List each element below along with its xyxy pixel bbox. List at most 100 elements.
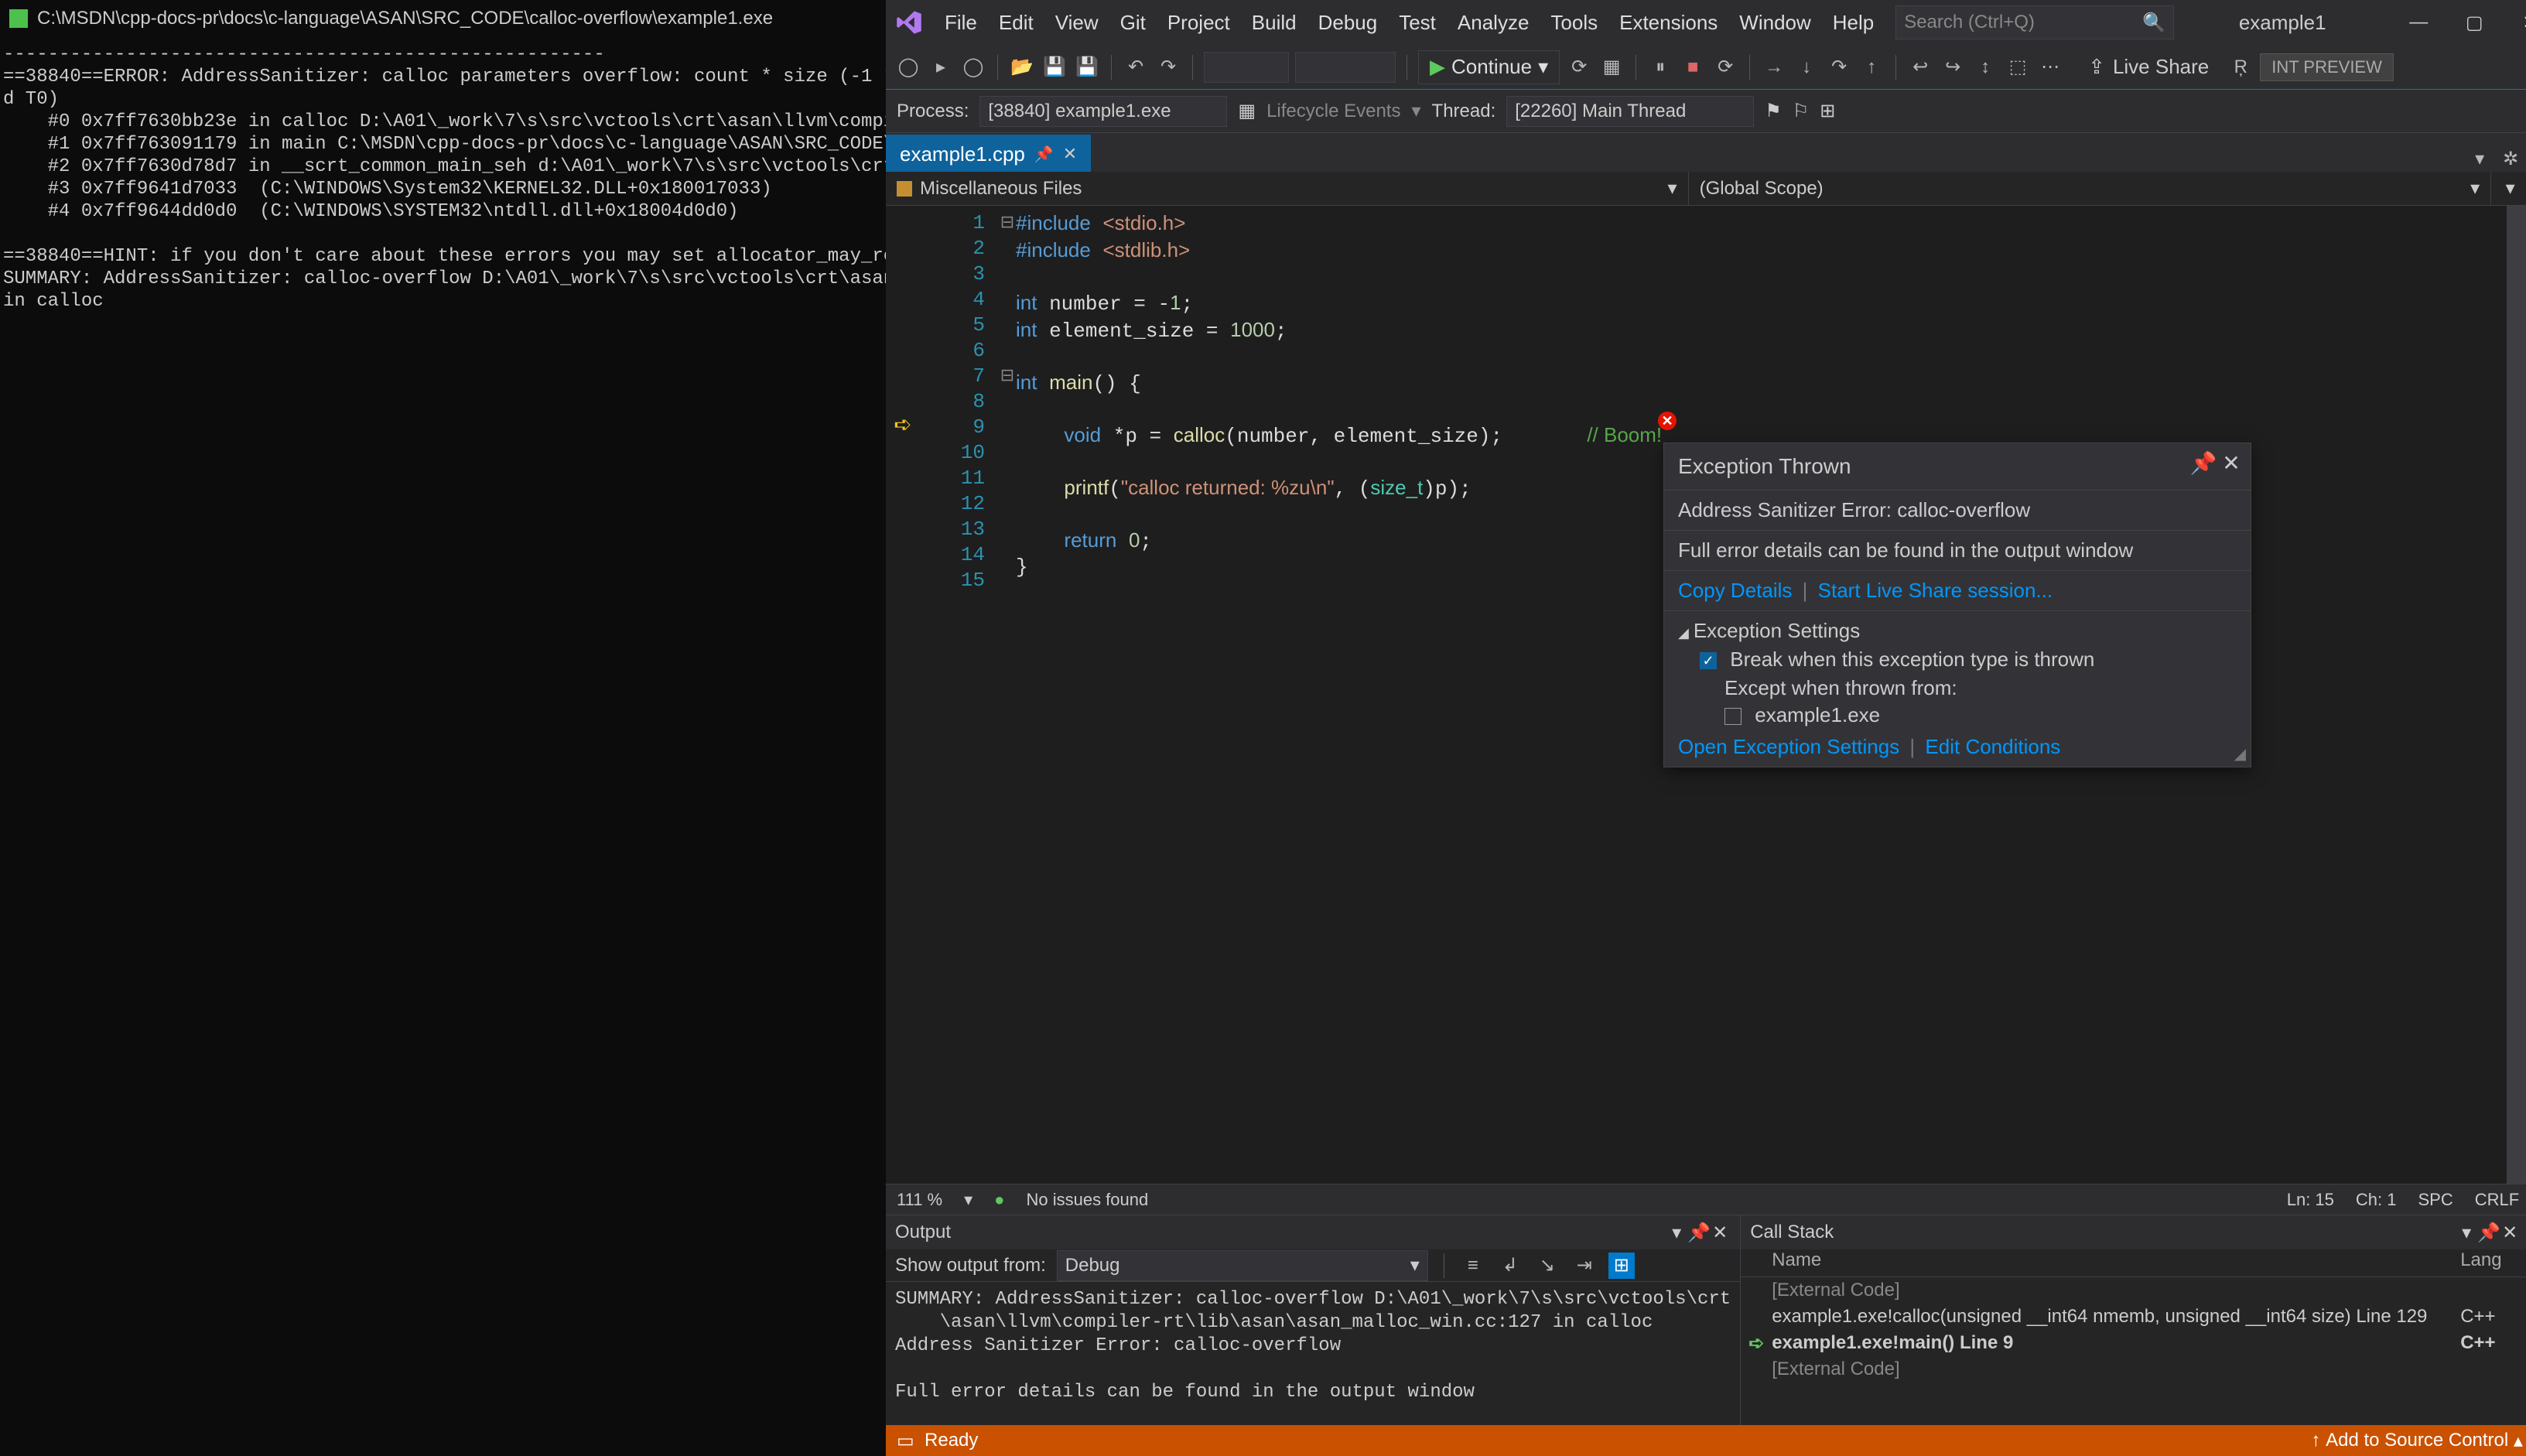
nav-back-icon[interactable]: ◯ [895, 54, 921, 80]
console-titlebar[interactable]: C:\MSDN\cpp-docs-pr\docs\c-language\ASAN… [0, 0, 886, 37]
call-stack-list[interactable]: [External Code]example1.exe!calloc(unsig… [1741, 1277, 2526, 1383]
tb-icon-c[interactable]: ↕ [1972, 54, 1998, 80]
output-clear-icon[interactable]: ≡ [1460, 1253, 1486, 1279]
tb-icon-b[interactable]: ↪ [1940, 54, 1966, 80]
frames-icon[interactable]: ⊞ [1820, 100, 1835, 122]
tb-icon-a[interactable]: ↩ [1907, 54, 1933, 80]
undo-icon[interactable]: ↶ [1123, 54, 1149, 80]
except-item-checkbox[interactable] [1724, 708, 1742, 725]
menu-analyze[interactable]: Analyze [1447, 0, 1540, 45]
indent-indicator[interactable]: SPC [2418, 1190, 2453, 1210]
config-combo[interactable] [1204, 52, 1289, 83]
scope-global-combo[interactable]: (Global Scope) ▾ [1689, 172, 2492, 205]
tab-close-icon[interactable]: ✕ [1063, 144, 1077, 164]
menu-debug[interactable]: Debug [1307, 0, 1389, 45]
exception-settings-header[interactable]: ◢Exception Settings [1678, 619, 2237, 643]
resize-grip-icon[interactable]: ◢ [2234, 744, 2246, 764]
copy-details-link[interactable]: Copy Details [1678, 579, 1792, 602]
tab-settings-icon[interactable]: ✲ [2497, 145, 2524, 172]
zoom-level[interactable]: 111 % [897, 1190, 942, 1210]
cs-col-lang[interactable]: Lang [2460, 1249, 2526, 1277]
lifecycle-icon[interactable]: ▦ [1238, 100, 1256, 122]
hot-reload-icon[interactable]: ⟳ [1566, 54, 1592, 80]
nav-fwd-icon[interactable]: ▸ [928, 54, 954, 80]
break-when-checkbox[interactable]: ✓ [1700, 652, 1717, 669]
save-icon[interactable]: 💾 [1041, 54, 1068, 80]
cs-dropdown-icon[interactable]: ▾ [2456, 1222, 2477, 1244]
menu-build[interactable]: Build [1241, 0, 1307, 45]
search-input[interactable]: Search (Ctrl+Q) 🔍 [1895, 5, 2174, 39]
continue-button[interactable]: ▶ Continue ▾ [1418, 50, 1560, 84]
restart-icon[interactable]: ⟳ [1712, 54, 1738, 80]
menu-project[interactable]: Project [1157, 0, 1241, 45]
tb-icon-d[interactable]: ⬚ [2005, 54, 2031, 80]
feedback-icon[interactable]: Ŗ [2227, 54, 2254, 80]
tab-example1-cpp[interactable]: example1.cpp 📌 ✕ [886, 135, 1091, 172]
exc-pin-icon[interactable]: 📌 [2192, 451, 2215, 474]
minimize-button[interactable]: — [2391, 0, 2446, 45]
pin-icon[interactable]: 📌 [1034, 145, 1054, 164]
menu-file[interactable]: File [934, 0, 988, 45]
output-close-icon[interactable]: ✕ [1709, 1222, 1731, 1244]
output-goto-icon[interactable]: ↘ [1534, 1253, 1560, 1279]
flag-icon[interactable]: ⚑ [1765, 100, 1782, 122]
code-editor[interactable]: ➪ 123456789101112131415 ⊟ ⊟ #include <st… [886, 206, 2526, 1184]
call-stack-row[interactable]: [External Code] [1741, 1356, 2526, 1383]
close-button[interactable]: ✕ [2502, 0, 2526, 45]
fold-gutter[interactable]: ⊟ ⊟ [999, 206, 1016, 1184]
maximize-button[interactable]: ▢ [2446, 0, 2502, 45]
menu-test[interactable]: Test [1388, 0, 1447, 45]
eol-indicator[interactable]: CRLF [2475, 1190, 2519, 1210]
cs-close-icon[interactable]: ✕ [2499, 1222, 2521, 1244]
vs-titlebar[interactable]: File Edit View Git Project Build Debug T… [886, 0, 2526, 45]
issues-label[interactable]: No issues found [1026, 1190, 1148, 1210]
process-combo[interactable]: [38840] example1.exe [979, 96, 1227, 127]
menu-extensions[interactable]: Extensions [1608, 0, 1728, 45]
call-stack-row[interactable]: example1.exe!calloc(unsigned __int64 nme… [1741, 1304, 2526, 1330]
open-exception-settings-link[interactable]: Open Exception Settings [1678, 735, 1899, 758]
menu-edit[interactable]: Edit [988, 0, 1044, 45]
step-target-icon[interactable]: ▦ [1598, 54, 1625, 80]
live-share-button[interactable]: ⇪ Live Share [2076, 50, 2221, 84]
exc-close-icon[interactable]: ✕ [2220, 451, 2243, 474]
error-glyph-icon[interactable]: ✕ [1658, 412, 1677, 430]
break-all-icon[interactable]: ⏸ [1647, 54, 1673, 80]
add-source-control[interactable]: Add to Source Control [2326, 1430, 2508, 1451]
cs-col-name[interactable]: Name [1741, 1249, 2460, 1277]
call-stack-row[interactable]: [External Code] [1741, 1277, 2526, 1304]
output-indent-icon[interactable]: ⇥ [1571, 1253, 1598, 1279]
menu-window[interactable]: Window [1728, 0, 1821, 45]
tb-icon-e[interactable]: ⋯ [2037, 54, 2063, 80]
redo-icon[interactable]: ↷ [1155, 54, 1181, 80]
scope-file-combo[interactable]: Miscellaneous Files ▾ [886, 172, 1689, 205]
open-file-icon[interactable]: 📂 [1009, 54, 1035, 80]
step-into-icon[interactable]: ↓ [1793, 54, 1820, 80]
output-text[interactable]: SUMMARY: AddressSanitizer: calloc-overfl… [886, 1282, 1740, 1425]
scope-extra-combo[interactable]: ▾ [2491, 172, 2526, 205]
thread-combo[interactable]: [22260] Main Thread [1506, 96, 1754, 127]
tab-overflow-icon[interactable]: ▾ [2466, 145, 2493, 172]
save-all-icon[interactable]: 💾 [1074, 54, 1100, 80]
show-next-stmt-icon[interactable]: → [1761, 54, 1787, 80]
step-over-icon[interactable]: ↷ [1826, 54, 1852, 80]
exception-popup[interactable]: Exception Thrown 📌 ✕ Address Sanitizer E… [1663, 443, 2251, 767]
output-source-combo[interactable]: Debug▾ [1057, 1250, 1428, 1281]
output-toggle-icon[interactable]: ⊞ [1608, 1253, 1635, 1279]
menu-view[interactable]: View [1044, 0, 1109, 45]
tag-icon[interactable]: ⚐ [1793, 100, 1810, 122]
new-item-icon[interactable]: ◯ [960, 54, 986, 80]
platform-combo[interactable] [1295, 52, 1396, 83]
cs-pin-icon[interactable]: 📌 [2477, 1222, 2499, 1244]
stop-debug-icon[interactable]: ■ [1680, 54, 1706, 80]
step-out-icon[interactable]: ↑ [1858, 54, 1885, 80]
call-stack-row[interactable]: ➪example1.exe!main() Line 9C++ [1741, 1330, 2526, 1356]
menu-git[interactable]: Git [1109, 0, 1157, 45]
output-wrap-icon[interactable]: ↲ [1497, 1253, 1523, 1279]
menu-help[interactable]: Help [1822, 0, 1885, 45]
output-pin-icon[interactable]: 📌 [1687, 1222, 1709, 1244]
edit-conditions-link[interactable]: Edit Conditions [1925, 735, 2060, 758]
start-live-share-link[interactable]: Start Live Share session... [1818, 579, 2053, 602]
editor-vscrollbar[interactable] [2507, 206, 2526, 1184]
output-dropdown-icon[interactable]: ▾ [1666, 1222, 1687, 1244]
menu-tools[interactable]: Tools [1540, 0, 1608, 45]
